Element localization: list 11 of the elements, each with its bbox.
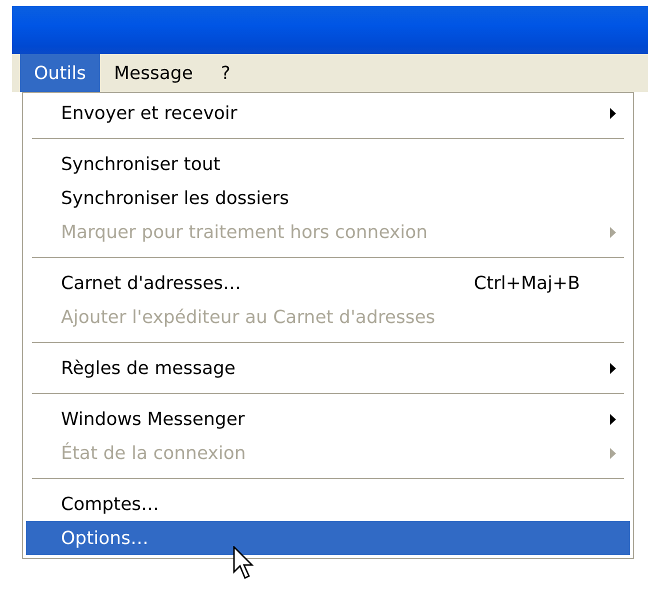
menu-item[interactable]: Règles de message [26,351,630,385]
menu-item[interactable]: Comptes… [26,487,630,521]
menu-item[interactable]: Synchroniser tout [26,147,630,181]
menu-item[interactable]: Envoyer et recevoir [26,96,630,130]
menu-item[interactable]: Carnet d'adresses… Ctrl+Maj+B [26,266,630,300]
menu-bar-item[interactable]: Message [100,54,207,92]
menu-item[interactable]: Windows Messenger [26,402,630,436]
menu-bar-item[interactable]: Outils [20,54,100,92]
menu-item[interactable]: Options… [26,521,630,555]
menu-bar-item[interactable]: ? [206,54,244,92]
menu-item[interactable]: Synchroniser les dossiers [26,181,630,215]
